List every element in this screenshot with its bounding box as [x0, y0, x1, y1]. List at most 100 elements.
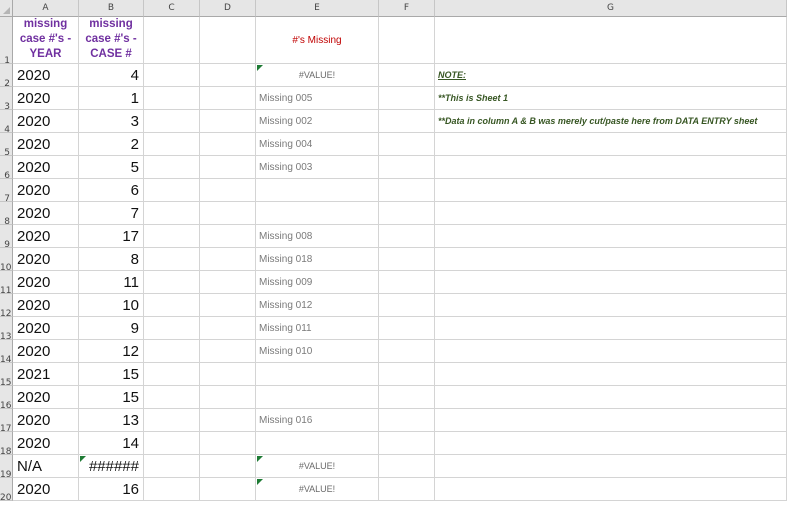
cell-a12[interactable]: 2020 [13, 294, 79, 317]
cell-e6[interactable]: Missing 003 [256, 156, 379, 179]
cell-c14[interactable] [144, 340, 200, 363]
cell-d8[interactable] [200, 202, 256, 225]
cell-c3[interactable] [144, 87, 200, 110]
cell-c1[interactable] [144, 17, 200, 64]
cell-e9[interactable]: Missing 008 [256, 225, 379, 248]
row-header-20[interactable]: 20 [0, 478, 13, 501]
cell-c5[interactable] [144, 133, 200, 156]
row-header-18[interactable]: 18 [0, 432, 13, 455]
cell-g9[interactable] [435, 225, 787, 248]
cell-a17[interactable]: 2020 [13, 409, 79, 432]
cell-d17[interactable] [200, 409, 256, 432]
column-header-d[interactable]: D [200, 0, 256, 17]
cell-b14[interactable]: 12 [79, 340, 144, 363]
cell-c12[interactable] [144, 294, 200, 317]
cell-b5[interactable]: 2 [79, 133, 144, 156]
cell-e16[interactable] [256, 386, 379, 409]
cell-d19[interactable] [200, 455, 256, 478]
cell-f5[interactable] [379, 133, 435, 156]
row-header-14[interactable]: 14 [0, 340, 13, 363]
cell-e14[interactable]: Missing 010 [256, 340, 379, 363]
cell-a9[interactable]: 2020 [13, 225, 79, 248]
cell-d11[interactable] [200, 271, 256, 294]
cell-a4[interactable]: 2020 [13, 110, 79, 133]
row-header-10[interactable]: 10 [0, 248, 13, 271]
cell-g2[interactable]: NOTE: [435, 64, 787, 87]
cell-f13[interactable] [379, 317, 435, 340]
cell-c15[interactable] [144, 363, 200, 386]
cell-d13[interactable] [200, 317, 256, 340]
cell-c17[interactable] [144, 409, 200, 432]
cell-a2[interactable]: 2020 [13, 64, 79, 87]
cell-b12[interactable]: 10 [79, 294, 144, 317]
cell-d4[interactable] [200, 110, 256, 133]
cell-a3[interactable]: 2020 [13, 87, 79, 110]
row-header-8[interactable]: 8 [0, 202, 13, 225]
cell-d1[interactable] [200, 17, 256, 64]
cell-g4[interactable]: **Data in column A & B was merely cut/pa… [435, 110, 787, 133]
cell-g8[interactable] [435, 202, 787, 225]
row-header-16[interactable]: 16 [0, 386, 13, 409]
cell-f7[interactable] [379, 179, 435, 202]
cell-c20[interactable] [144, 478, 200, 501]
cell-e3[interactable]: Missing 005 [256, 87, 379, 110]
cell-f18[interactable] [379, 432, 435, 455]
header-cell-a1[interactable]: missing case #'s - YEAR [13, 17, 79, 64]
cell-f10[interactable] [379, 248, 435, 271]
cell-b10[interactable]: 8 [79, 248, 144, 271]
cell-f14[interactable] [379, 340, 435, 363]
cell-d9[interactable] [200, 225, 256, 248]
cell-f4[interactable] [379, 110, 435, 133]
row-header-9[interactable]: 9 [0, 225, 13, 248]
cell-b20[interactable]: 16 [79, 478, 144, 501]
cell-a13[interactable]: 2020 [13, 317, 79, 340]
row-header-12[interactable]: 12 [0, 294, 13, 317]
cell-b18[interactable]: 14 [79, 432, 144, 455]
column-header-g[interactable]: G [435, 0, 787, 17]
row-header-15[interactable]: 15 [0, 363, 13, 386]
cell-b3[interactable]: 1 [79, 87, 144, 110]
row-header-11[interactable]: 11 [0, 271, 13, 294]
row-header-5[interactable]: 5 [0, 133, 13, 156]
cell-a15[interactable]: 2021 [13, 363, 79, 386]
cell-g11[interactable] [435, 271, 787, 294]
cell-c13[interactable] [144, 317, 200, 340]
cell-b15[interactable]: 15 [79, 363, 144, 386]
cell-c8[interactable] [144, 202, 200, 225]
cell-a11[interactable]: 2020 [13, 271, 79, 294]
cell-a20[interactable]: 2020 [13, 478, 79, 501]
cell-g15[interactable] [435, 363, 787, 386]
cell-c9[interactable] [144, 225, 200, 248]
cell-b7[interactable]: 6 [79, 179, 144, 202]
cell-d2[interactable] [200, 64, 256, 87]
cell-g1[interactable] [435, 17, 787, 64]
cell-f15[interactable] [379, 363, 435, 386]
cell-b6[interactable]: 5 [79, 156, 144, 179]
cell-f16[interactable] [379, 386, 435, 409]
row-header-19[interactable]: 19 [0, 455, 13, 478]
cell-c10[interactable] [144, 248, 200, 271]
cell-e19[interactable]: #VALUE! [256, 455, 379, 478]
cell-f2[interactable] [379, 64, 435, 87]
cell-f1[interactable] [379, 17, 435, 64]
cell-d14[interactable] [200, 340, 256, 363]
cell-f20[interactable] [379, 478, 435, 501]
cell-b8[interactable]: 7 [79, 202, 144, 225]
row-header-3[interactable]: 3 [0, 87, 13, 110]
row-header-4[interactable]: 4 [0, 110, 13, 133]
cell-a19[interactable]: N/A [13, 455, 79, 478]
cell-g16[interactable] [435, 386, 787, 409]
cell-c11[interactable] [144, 271, 200, 294]
cell-f8[interactable] [379, 202, 435, 225]
cell-f9[interactable] [379, 225, 435, 248]
row-header-17[interactable]: 17 [0, 409, 13, 432]
column-header-c[interactable]: C [144, 0, 200, 17]
cell-a8[interactable]: 2020 [13, 202, 79, 225]
cell-e7[interactable] [256, 179, 379, 202]
cell-f17[interactable] [379, 409, 435, 432]
cell-g6[interactable] [435, 156, 787, 179]
cell-g5[interactable] [435, 133, 787, 156]
cell-b2[interactable]: 4 [79, 64, 144, 87]
cell-b11[interactable]: 11 [79, 271, 144, 294]
cell-b19[interactable]: ###### [79, 455, 144, 478]
